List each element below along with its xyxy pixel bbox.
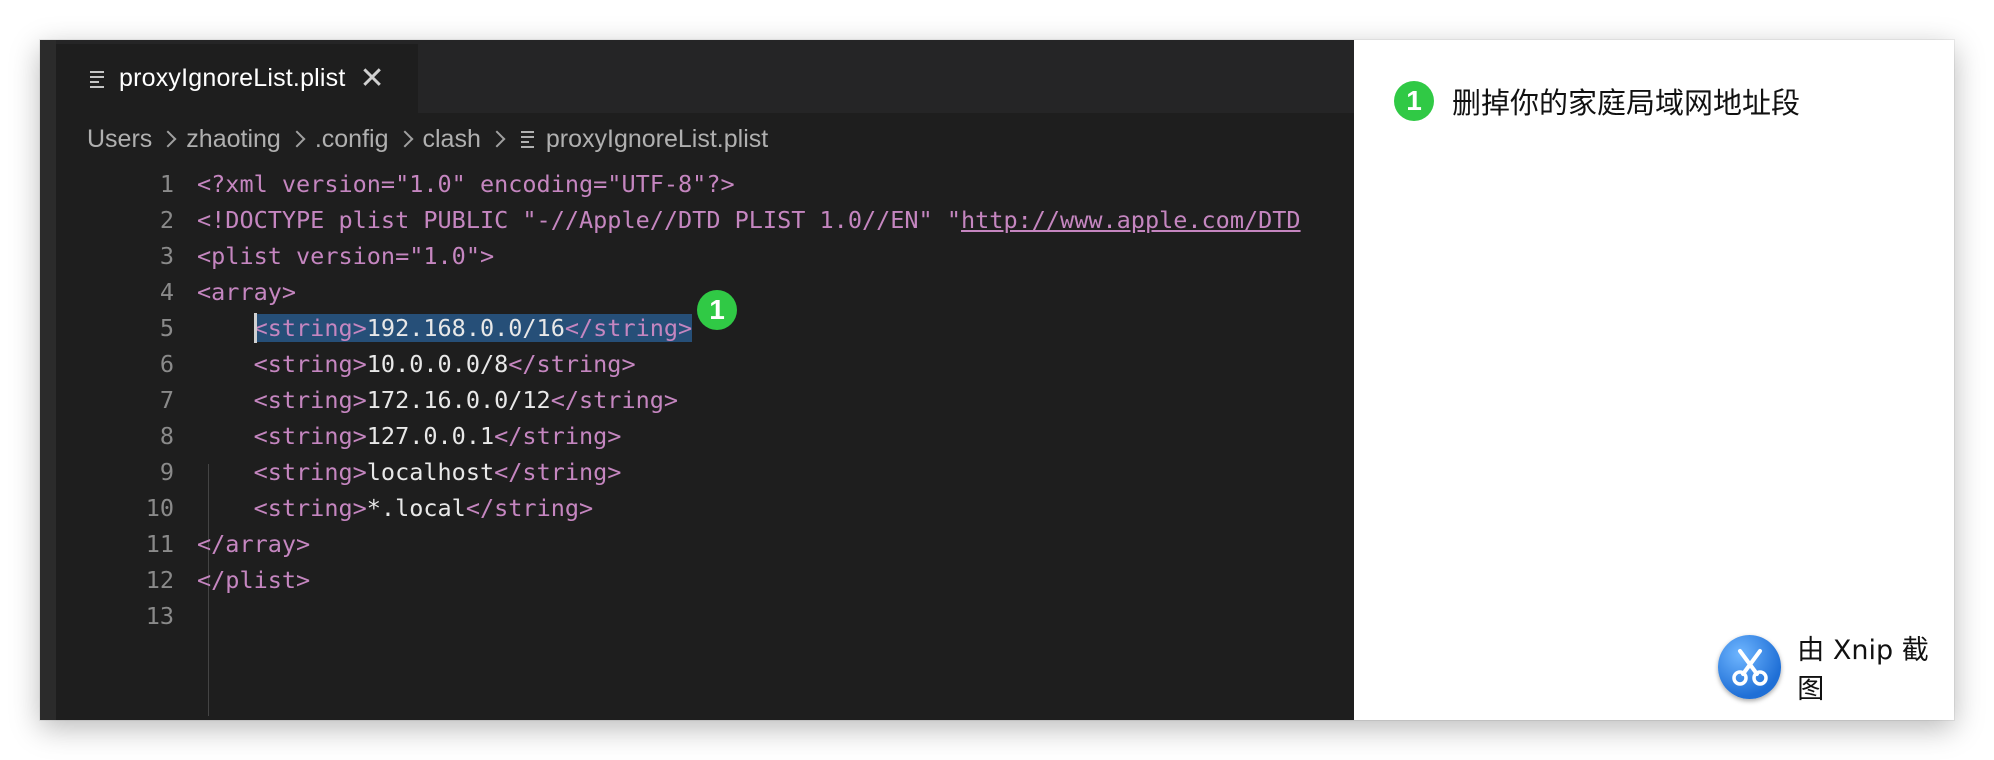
code-text: <string>127.0.0.1</string> [197, 418, 622, 454]
xml-tag: </string> [494, 458, 622, 486]
xml-tag: <!DOCTYPE plist PUBLIC "-//Apple//DTD PL… [197, 206, 962, 234]
xml-value: 172.16.0.0/12 [366, 386, 551, 414]
chevron-right-icon [288, 130, 306, 148]
code-line[interactable]: 6 <string>10.0.0.0/8</string> [56, 346, 1354, 382]
scissors-icon [1718, 635, 1782, 699]
line-number: 4 [159, 278, 174, 306]
xml-tag: </string> [508, 350, 636, 378]
activity-strip [40, 40, 56, 720]
line-number: 12 [145, 566, 174, 594]
xml-tag: <string> [253, 314, 367, 342]
code-text: <?xml version="1.0" encoding="UTF-8"?> [197, 166, 735, 202]
xml-value: localhost [366, 458, 495, 486]
code-line[interactable]: 11 </array> [56, 526, 1354, 562]
line-number: 2 [159, 206, 174, 234]
code-line[interactable]: 13 [56, 598, 1354, 634]
line-number: 1 [159, 170, 174, 198]
xml-value: 127.0.0.1 [366, 422, 495, 450]
file-lines-icon [520, 130, 534, 148]
file-lines-icon [90, 71, 104, 88]
code-text: </array> [197, 526, 310, 562]
line-number: 13 [145, 602, 174, 630]
code-text: <plist version="1.0"> [197, 238, 494, 274]
code-text: <!DOCTYPE plist PUBLIC "-//Apple//DTD PL… [197, 202, 1301, 238]
breadcrumb-users[interactable]: Users [87, 125, 152, 154]
xml-tag: <string> [253, 458, 367, 486]
xml-tag: <?xml version="1.0" encoding="UTF-8"?> [197, 170, 735, 198]
breadcrumb: Users zhaoting .config clash proxyIgnore… [56, 114, 1354, 164]
code-line[interactable]: 3 <plist version="1.0"> [56, 238, 1354, 274]
code-text: </plist> [197, 562, 310, 598]
annotation-marker: 1 [697, 290, 737, 330]
xml-tag: </array> [197, 530, 311, 558]
line-number: 5 [159, 314, 174, 342]
line-number: 9 [159, 458, 174, 486]
code-line[interactable]: 7 <string>172.16.0.0/12</string> [56, 382, 1354, 418]
line-number: 3 [159, 242, 174, 270]
watermark-text: 由 Xnip 截图 [1797, 635, 1929, 705]
selection-highlight: <string>192.168.0.0/16</string> [253, 312, 693, 343]
code-text: <array> [197, 274, 296, 310]
breadcrumb-file[interactable]: proxyIgnoreList.plist [546, 125, 768, 154]
code-text: <string>192.168.0.0/16</string> [197, 310, 693, 346]
xml-tag: <string> [253, 386, 367, 414]
code-link[interactable]: http://www.apple.com/DTD [961, 206, 1301, 234]
line-number: 6 [159, 350, 174, 378]
tab-proxyignorelist[interactable]: proxyIgnoreList.plist ✕ [56, 44, 418, 113]
xml-tag: <string> [253, 494, 367, 522]
line-number: 10 [145, 494, 174, 522]
xml-tag: <string> [253, 350, 367, 378]
code-line[interactable]: 1 <?xml version="1.0" encoding="UTF-8"?> [56, 166, 1354, 202]
xml-tag: </string> [494, 422, 622, 450]
code-editor[interactable]: 1 <?xml version="1.0" encoding="UTF-8"?> 2… [56, 164, 1354, 720]
close-icon[interactable]: ✕ [360, 63, 385, 94]
code-text: <string>10.0.0.0/8</string> [197, 346, 636, 382]
annotation-item: 1 删掉你的家庭局域网地址段 [1394, 80, 1800, 122]
xml-value: 10.0.0.0/8 [366, 350, 509, 378]
code-line[interactable]: 2 <!DOCTYPE plist PUBLIC "-//Apple//DTD P… [56, 202, 1354, 238]
code-text: <string>localhost</string> [197, 454, 622, 490]
annotation-panel: 1 删掉你的家庭局域网地址段 由 Xnip 截图 [1354, 40, 1954, 720]
xml-tag: </string> [564, 314, 693, 342]
code-text: <string>*.local</string> [197, 490, 594, 526]
xml-tag: </string> [465, 494, 594, 522]
code-line[interactable]: 9 <string>localhost</string> [56, 454, 1354, 490]
xml-tag: <array> [197, 278, 297, 306]
line-number: 8 [159, 422, 174, 450]
code-line[interactable]: 10 <string>*.local</string> [56, 490, 1354, 526]
breadcrumb-clash[interactable]: clash [423, 125, 481, 154]
code-line[interactable]: 12 </plist> [56, 562, 1354, 598]
tab-bar: proxyIgnoreList.plist ✕ [56, 40, 1354, 113]
line-number: 7 [159, 386, 174, 414]
text-cursor [253, 312, 257, 343]
code-text: <string>172.16.0.0/12</string> [197, 382, 678, 418]
chevron-right-icon [396, 130, 413, 148]
annotation-number: 1 [1394, 81, 1434, 121]
code-line[interactable]: 8 <string>127.0.0.1</string> [56, 418, 1354, 454]
xml-value: 192.168.0.0/16 [366, 314, 565, 342]
xml-tag: </string> [550, 386, 679, 414]
xml-value: *.local [366, 494, 466, 522]
breadcrumb-config[interactable]: .config [315, 125, 389, 154]
annotation-text: 删掉你的家庭局域网地址段 [1452, 86, 1801, 120]
tab-label: proxyIgnoreList.plist [119, 64, 346, 92]
xml-tag: <plist version="1.0"> [197, 242, 495, 270]
editor-window: proxyIgnoreList.plist ✕ Users zhaoting .… [40, 40, 1954, 720]
chevron-right-icon [159, 130, 177, 148]
line-number: 11 [145, 530, 174, 558]
breadcrumb-zhaoting[interactable]: zhaoting [186, 125, 281, 154]
xml-tag: <string> [253, 422, 367, 450]
xml-tag: </plist> [197, 566, 311, 594]
xnip-watermark: 由 Xnip 截图 [1718, 628, 1954, 706]
chevron-right-icon [488, 130, 506, 148]
